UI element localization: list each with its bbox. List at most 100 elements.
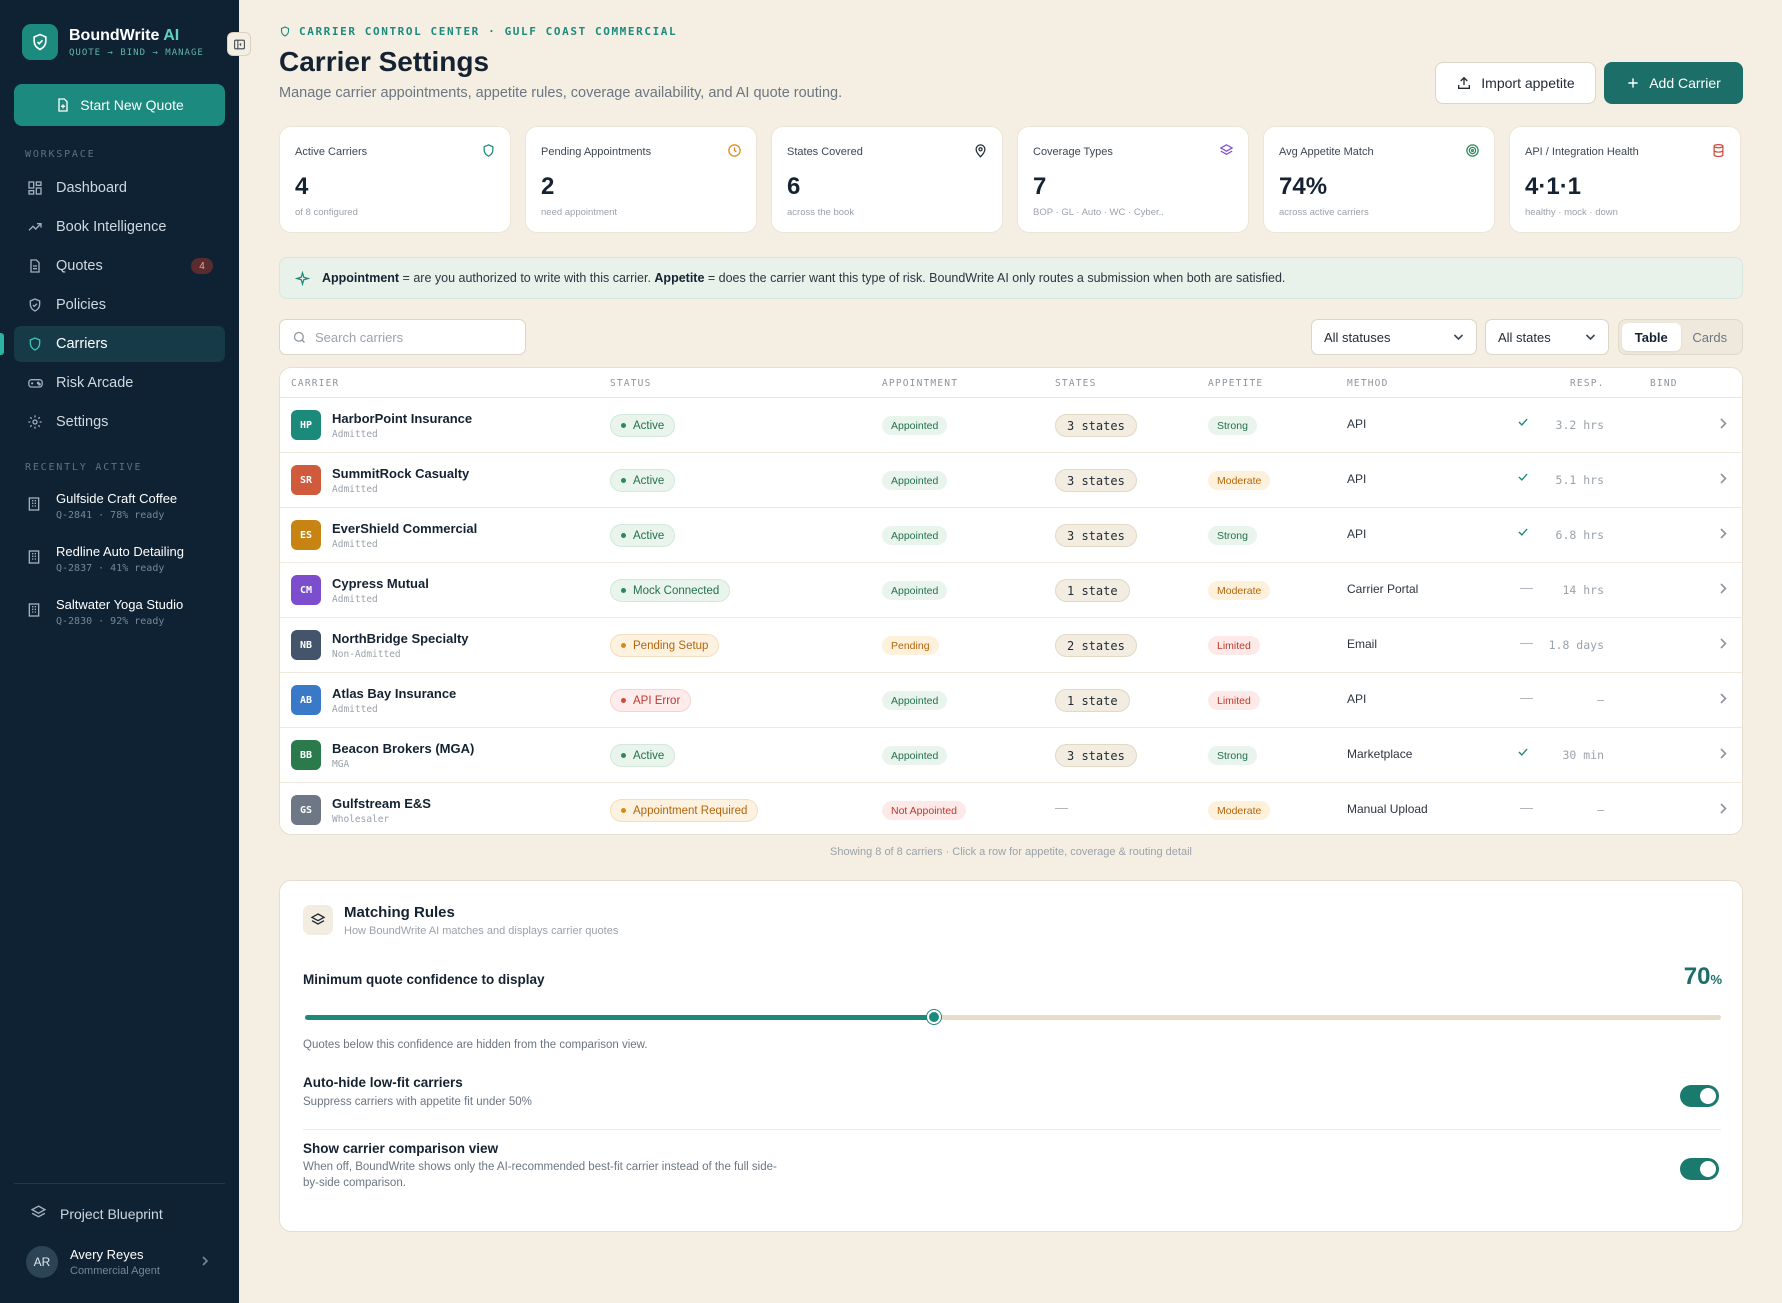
appointment-tag: Appointed: [882, 691, 948, 710]
carrier-logo: HP: [291, 410, 321, 440]
user-menu[interactable]: AR Avery Reyes Commercial Agent: [26, 1246, 209, 1278]
building-icon: [26, 601, 44, 624]
autohide-toggle[interactable]: [1680, 1085, 1719, 1107]
building-icon: [26, 495, 44, 518]
collapse-sidebar-button[interactable]: [227, 32, 251, 56]
states-chip[interactable]: 3 states: [1055, 524, 1137, 547]
column-header[interactable]: CARRIER: [291, 378, 339, 389]
sidebar-divider: [14, 1183, 225, 1184]
method: Email: [1347, 637, 1378, 651]
recent-item[interactable]: Saltwater Yoga Studio Q-2830 · 92% ready: [26, 597, 183, 627]
response-time: 14 hrs: [1562, 583, 1604, 597]
stat-sub: healthy · mock · down: [1525, 207, 1618, 218]
states-filter-value: All states: [1498, 329, 1551, 345]
view-table-button[interactable]: Table: [1622, 323, 1681, 351]
sidebar-item-dashboard[interactable]: Dashboard: [14, 170, 225, 206]
carrier-type: Admitted: [332, 539, 378, 550]
stat-label: Active Carriers: [295, 146, 368, 158]
confidence-slider[interactable]: [305, 1010, 1721, 1024]
status-dot-icon: [621, 808, 626, 813]
check-icon: [1516, 470, 1530, 489]
avatar: AR: [26, 1246, 58, 1278]
states-chip[interactable]: 3 states: [1055, 744, 1137, 767]
chevron-right-icon: [200, 1254, 210, 1272]
status-pill: Active: [610, 524, 676, 547]
table-row[interactable]: HP HarborPoint Insurance Admitted Active App…: [280, 398, 1742, 453]
states-chip[interactable]: 3 states: [1055, 469, 1137, 492]
column-header[interactable]: STATES: [1055, 378, 1097, 389]
search-input[interactable]: [315, 329, 515, 345]
user-role: Commercial Agent: [70, 1265, 160, 1277]
search-box[interactable]: [279, 319, 526, 355]
slider-thumb[interactable]: [927, 1010, 942, 1024]
bind-unavailable: —: [1520, 690, 1533, 705]
carrier-name: Cypress Mutual: [332, 576, 429, 591]
sidebar-item-carriers[interactable]: Carriers: [14, 326, 225, 362]
brand[interactable]: BoundWrite AI QUOTE → BIND → MANAGE: [22, 24, 204, 60]
recent-item-meta: Q-2837 · 41% ready: [56, 563, 165, 574]
gear-icon: [26, 413, 44, 431]
carrier-logo: NB: [291, 630, 321, 660]
confidence-value: 70%: [1683, 963, 1722, 990]
carrier-logo: ES: [291, 520, 321, 550]
response-time: 3.2 hrs: [1555, 418, 1604, 432]
carrier-type: Admitted: [332, 594, 378, 605]
autohide-desc: Suppress carriers with appetite fit unde…: [303, 1096, 532, 1108]
table-row[interactable]: AB Atlas Bay Insurance Admitted API Error Ap…: [280, 673, 1742, 728]
method: API: [1347, 417, 1367, 431]
recent-item-meta: Q-2841 · 78% ready: [56, 510, 165, 521]
appetite-tag: Moderate: [1208, 581, 1271, 600]
states-filter-select[interactable]: All states: [1485, 319, 1609, 355]
table-row[interactable]: BB Beacon Brokers (MGA) MGA Active Appointed…: [280, 728, 1742, 783]
recent-item[interactable]: Gulfside Craft Coffee Q-2841 · 78% ready: [26, 491, 177, 521]
recent-item[interactable]: Redline Auto Detailing Q-2837 · 41% ready: [26, 544, 184, 574]
sidebar-item-policies[interactable]: Policies: [14, 287, 225, 323]
brand-tagline: QUOTE → BIND → MANAGE: [69, 47, 204, 58]
sidebar-item-risk-arcade[interactable]: Risk Arcade: [14, 365, 225, 401]
carrier-type: Admitted: [332, 704, 378, 715]
bind-unavailable: —: [1520, 800, 1533, 815]
column-header[interactable]: BIND: [1650, 378, 1678, 389]
chevron-down-icon: [1585, 334, 1596, 341]
project-blueprint-link[interactable]: Project Blueprint: [30, 1204, 163, 1224]
table-row[interactable]: CM Cypress Mutual Admitted Mock Connected Ap…: [280, 563, 1742, 618]
slider-fill: [305, 1015, 935, 1020]
states-chip[interactable]: 2 states: [1055, 634, 1137, 657]
sidebar-item-book-intelligence[interactable]: Book Intelligence: [14, 209, 225, 245]
add-carrier-button[interactable]: Add Carrier: [1604, 62, 1743, 104]
appointment-tag: Appointed: [882, 581, 948, 600]
column-header[interactable]: RESP.: [1570, 378, 1605, 389]
states-chip[interactable]: 1 state: [1055, 689, 1130, 712]
shield-logo-icon: [22, 24, 58, 60]
recent-item-meta: Q-2830 · 92% ready: [56, 616, 165, 627]
stat-sub: across active carriers: [1279, 207, 1369, 218]
column-header[interactable]: APPOINTMENT: [882, 378, 958, 389]
status-dot-icon: [621, 423, 626, 428]
states-chip[interactable]: 1 state: [1055, 579, 1130, 602]
table-row[interactable]: SR SummitRock Casualty Admitted Active Appoi…: [280, 453, 1742, 508]
import-appetite-button[interactable]: Import appetite: [1435, 62, 1596, 104]
bind-unavailable: —: [1520, 635, 1533, 650]
method: Marketplace: [1347, 747, 1413, 761]
table-row[interactable]: NB NorthBridge Specialty Non-Admitted Pendi…: [280, 618, 1742, 673]
table-row[interactable]: ES EverShield Commercial Admitted Active App…: [280, 508, 1742, 563]
sidebar-item-settings[interactable]: Settings: [14, 404, 225, 440]
carrier-type: Non-Admitted: [332, 649, 401, 660]
sidebar-item-quotes[interactable]: Quotes 4: [14, 248, 225, 284]
carriers-table: CARRIER STATUS APPOINTMENT STATES APPETI…: [279, 367, 1743, 835]
confidence-label: Minimum quote confidence to display: [303, 972, 545, 987]
carrier-type: MGA: [332, 759, 350, 770]
column-header[interactable]: APPETITE: [1208, 378, 1263, 389]
states-chip[interactable]: 3 states: [1055, 414, 1137, 437]
column-header[interactable]: STATUS: [610, 378, 652, 389]
table-row[interactable]: GS Gulfstream E&S Wholesaler Appointment Re…: [280, 783, 1742, 834]
status-pill: Appointment Required: [610, 799, 759, 822]
response-time: 5.1 hrs: [1555, 473, 1604, 487]
status-filter-select[interactable]: All statuses: [1311, 319, 1477, 355]
start-new-quote-button[interactable]: Start New Quote: [14, 84, 225, 126]
column-header[interactable]: METHOD: [1347, 378, 1389, 389]
view-cards-button[interactable]: Cards: [1681, 323, 1740, 351]
comparison-toggle[interactable]: [1680, 1158, 1719, 1180]
status-pill: API Error: [610, 689, 692, 712]
appointment-tag: Appointed: [882, 416, 948, 435]
